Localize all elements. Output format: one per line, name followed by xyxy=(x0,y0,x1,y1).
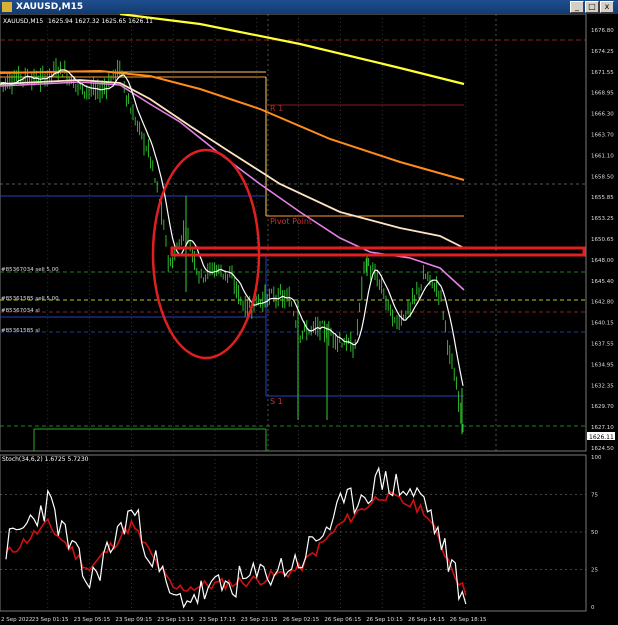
price-tick-label: 1668.95 xyxy=(591,91,614,97)
price-tick-label: 1645.40 xyxy=(591,279,614,285)
time-tick-label: 23 Sep 21:15 xyxy=(241,617,278,623)
price-tick-label: 1650.65 xyxy=(591,237,614,243)
price-tick-label: 1632.35 xyxy=(591,383,614,389)
time-tick-label: 23 Sep 17:15 xyxy=(199,617,236,623)
window-title: XAUUSD,M15 xyxy=(16,2,84,12)
time-tick-label: 26 Sep 14:15 xyxy=(408,617,445,623)
price-tick-label: 1640.15 xyxy=(591,321,614,327)
stoch-panel xyxy=(0,454,587,612)
window-titlebar: XAUUSD,M15 _ □ x xyxy=(0,0,618,14)
main-panel xyxy=(0,14,587,452)
stoch-header: Stoch(34,6,2) 1.6725 5.7230 xyxy=(2,456,89,463)
price-tick-label: 1648.00 xyxy=(591,258,614,264)
price-tick-label: 1666.30 xyxy=(591,112,614,118)
price-chart[interactable]: 2 Sep 2022 23 Sep 01:15 23 Sep 05:15 23 Sep… xyxy=(0,14,618,625)
time-tick-label: 2 Sep 2022 xyxy=(1,617,32,623)
r1-label: R 1 xyxy=(270,104,283,113)
pivot-label: Pivot Point xyxy=(270,217,312,226)
price-tick-label: 1676.80 xyxy=(591,28,614,34)
time-tick-label: 26 Sep 06:15 xyxy=(324,617,361,623)
stoch-tick-label: 50 xyxy=(591,530,598,536)
order-label-4[interactable]: #85361585 sl xyxy=(1,328,40,334)
price-tick-label: 1642.80 xyxy=(591,300,614,306)
price-tick-label: 1658.50 xyxy=(591,174,614,180)
price-tick-label: 1674.25 xyxy=(591,49,614,55)
time-tick-label: 26 Sep 18:15 xyxy=(450,617,487,623)
price-tick-label: 1627.10 xyxy=(591,425,614,431)
chart-symbol: XAUUSD,M15 xyxy=(3,18,43,25)
price-tick-label: 1637.55 xyxy=(591,342,614,348)
order-label-1[interactable]: #85367034 sell 5.00 xyxy=(1,267,59,273)
s1-label: S 1 xyxy=(270,397,283,406)
price-tick-label: 1629.70 xyxy=(591,404,614,410)
stoch-tick-label: 25 xyxy=(591,568,598,574)
time-tick-label: 26 Sep 10:15 xyxy=(366,617,403,623)
time-tick-label: 23 Sep 13:15 xyxy=(157,617,194,623)
price-tick-label: 1653.25 xyxy=(591,216,614,222)
close-button[interactable]: x xyxy=(600,1,614,13)
order-label-2[interactable]: #85361585 sell 5.00 xyxy=(1,296,59,302)
time-tick-label: 26 Sep 02:15 xyxy=(283,617,320,623)
chart-window-icon xyxy=(2,2,12,12)
time-tick-label: 23 Sep 05:15 xyxy=(74,617,111,623)
price-tick-label: 1655.85 xyxy=(591,195,614,201)
maximize-button[interactable]: □ xyxy=(585,1,599,13)
price-tick-label: 1671.55 xyxy=(591,70,614,76)
stoch-tick-label: 75 xyxy=(591,493,598,499)
price-tick-label: 1663.70 xyxy=(591,133,614,139)
order-label-3[interactable]: #85367034 sl xyxy=(1,308,40,314)
time-tick-label: 23 Sep 01:15 xyxy=(32,617,69,623)
price-tick-label: 1624.50 xyxy=(591,446,614,452)
time-tick-label: 23 Sep 09:15 xyxy=(115,617,152,623)
price-tick-label: 1634.95 xyxy=(591,362,614,368)
minimize-button[interactable]: _ xyxy=(570,1,584,13)
stoch-tick-label: 0 xyxy=(591,605,595,611)
stoch-tick-label: 100 xyxy=(591,455,602,461)
price-tick-label: 1661.10 xyxy=(591,153,614,159)
chart-ohlc: 1625.94 1627.32 1625.65 1626.11 xyxy=(48,18,153,25)
current-price: 1626.11 xyxy=(589,434,614,441)
